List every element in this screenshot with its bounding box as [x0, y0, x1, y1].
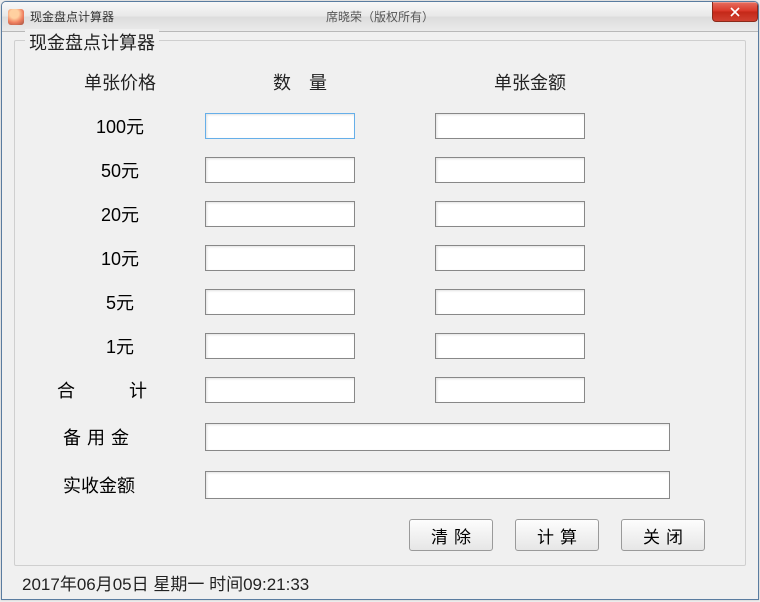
- amt-10-input[interactable]: [435, 245, 585, 271]
- denom-50-label: 50元: [35, 157, 205, 183]
- qty-50-input[interactable]: [205, 157, 355, 183]
- qty-10-input[interactable]: [205, 245, 355, 271]
- received-label: 实收金额: [35, 472, 205, 498]
- denom-100-label: 100元: [35, 113, 205, 139]
- titlebar: 现金盘点计算器 席晓荣（版权所有）: [2, 2, 758, 32]
- main-window: 现金盘点计算器 席晓荣（版权所有） 现金盘点计算器 单张价格 数 量 单张金额 …: [1, 1, 759, 600]
- amt-100-input[interactable]: [435, 113, 585, 139]
- denom-1-label: 1元: [35, 333, 205, 359]
- close-window-button[interactable]: [712, 2, 758, 22]
- header-price: 单张价格: [35, 69, 205, 95]
- header-qty: 数 量: [205, 69, 395, 95]
- total-qty-input[interactable]: [205, 377, 355, 403]
- amt-5-input[interactable]: [435, 289, 585, 315]
- amt-1-input[interactable]: [435, 333, 585, 359]
- window-subtitle: 席晓荣（版权所有）: [2, 8, 758, 25]
- amt-50-input[interactable]: [435, 157, 585, 183]
- app-icon: [8, 9, 24, 25]
- reserve-row: 备用金: [35, 423, 725, 451]
- qty-5-input[interactable]: [205, 289, 355, 315]
- qty-100-input[interactable]: [205, 113, 355, 139]
- close-icon: [730, 7, 740, 17]
- denom-5-label: 5元: [35, 289, 205, 315]
- calc-button[interactable]: 计算: [515, 519, 599, 551]
- denomination-grid: 单张价格 数 量 单张金额 100元 50元 20元 10元: [35, 69, 725, 403]
- close-button[interactable]: 关闭: [621, 519, 705, 551]
- received-input[interactable]: [205, 471, 670, 499]
- window-title: 现金盘点计算器: [30, 8, 114, 25]
- qty-1-input[interactable]: [205, 333, 355, 359]
- denom-10-label: 10元: [35, 245, 205, 271]
- button-row: 清除 计算 关闭: [35, 519, 725, 551]
- received-row: 实收金额: [35, 471, 725, 499]
- amt-20-input[interactable]: [435, 201, 585, 227]
- denom-20-label: 20元: [35, 201, 205, 227]
- calculator-groupbox: 现金盘点计算器 单张价格 数 量 单张金额 100元 50元 20元 10元: [14, 40, 746, 566]
- reserve-input[interactable]: [205, 423, 670, 451]
- groupbox-title: 现金盘点计算器: [25, 29, 159, 55]
- qty-20-input[interactable]: [205, 201, 355, 227]
- total-label: 合 计: [35, 377, 205, 403]
- status-bar: 2017年06月05日 星期一 时间09:21:33: [14, 566, 746, 597]
- clear-button[interactable]: 清除: [409, 519, 493, 551]
- total-amt-input[interactable]: [435, 377, 585, 403]
- reserve-label: 备用金: [35, 424, 205, 450]
- header-amount: 单张金额: [435, 69, 625, 95]
- client-area: 现金盘点计算器 单张价格 数 量 单张金额 100元 50元 20元 10元: [2, 32, 758, 599]
